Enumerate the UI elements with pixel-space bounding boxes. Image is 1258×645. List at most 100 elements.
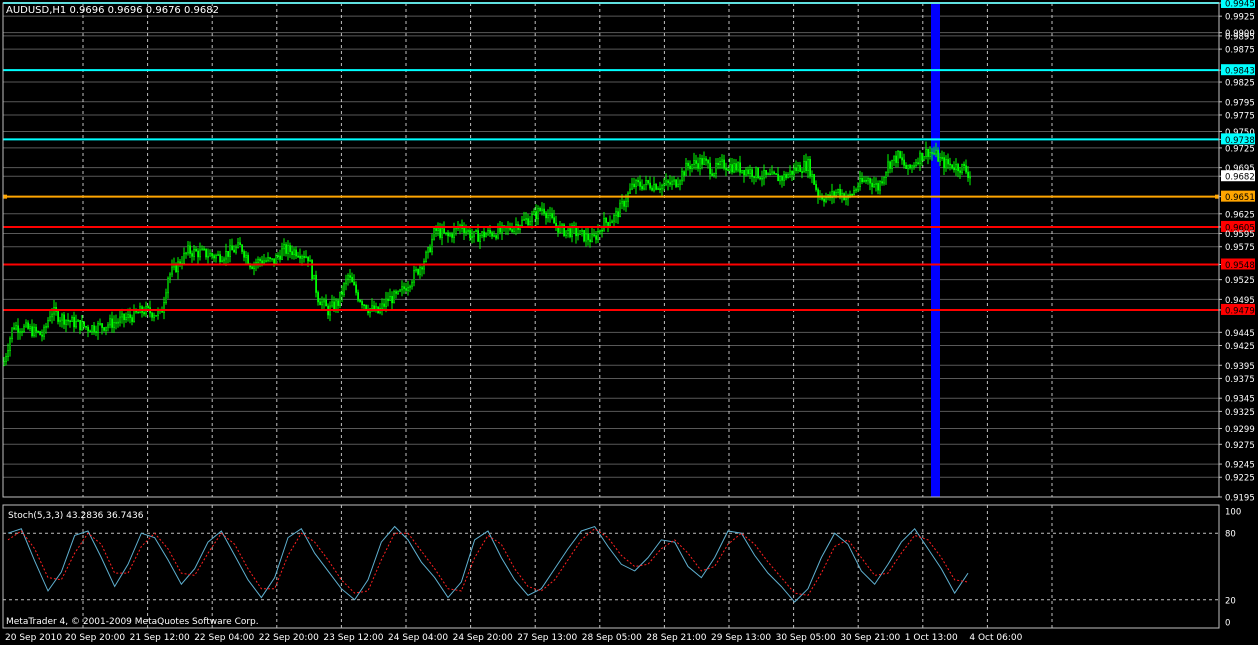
candle-body	[885, 171, 888, 178]
candle-body	[427, 247, 430, 253]
candle-body	[853, 190, 856, 195]
candle-body	[273, 258, 276, 264]
candle-body	[697, 163, 700, 169]
time-tick-label: 28 Sep 21:00	[646, 633, 706, 643]
candle-body	[799, 165, 802, 172]
candle-body	[561, 224, 564, 227]
candle-body	[937, 150, 940, 162]
candle-body	[685, 162, 688, 176]
candle-body	[425, 251, 428, 262]
time-tick-label: 28 Sep 05:00	[582, 633, 642, 643]
candle-body	[577, 234, 580, 237]
candle-body	[371, 305, 374, 310]
candle-body	[855, 189, 858, 191]
candle-body	[239, 242, 242, 246]
candle-body	[59, 319, 62, 322]
candle-body	[609, 222, 612, 226]
candle-body	[759, 177, 762, 180]
candle-body	[407, 286, 410, 291]
price-tick-label: 0.9682	[1225, 173, 1255, 183]
candle-body	[285, 244, 288, 254]
candle-body	[15, 325, 18, 330]
candle-body	[881, 181, 884, 184]
candle-body	[349, 275, 352, 278]
candle-body	[383, 303, 386, 307]
price-tick-label: 0.9945	[1225, 0, 1255, 10]
candle-body	[917, 162, 920, 164]
candle-body	[71, 317, 74, 322]
price-tick-label: 0.9895	[1225, 32, 1255, 42]
candle-body	[773, 171, 776, 174]
candle-body	[699, 158, 702, 169]
candle-body	[353, 281, 356, 286]
stoch-tick-label: 20	[1225, 596, 1236, 606]
price-tick-label: 0.9595	[1225, 230, 1255, 240]
price-tick-label: 0.9395	[1225, 362, 1255, 372]
candle-body	[395, 291, 398, 294]
price-tick-label: 0.9575	[1225, 243, 1255, 253]
candle-body	[421, 267, 424, 270]
candle-body	[535, 211, 538, 220]
candle-body	[193, 248, 196, 257]
candle-body	[95, 331, 98, 333]
price-tick-label: 0.9725	[1225, 144, 1255, 154]
candle-body	[933, 152, 936, 155]
candle-body	[565, 230, 568, 236]
price-tick-label: 0.9775	[1225, 111, 1255, 121]
candle-body	[807, 158, 810, 172]
candle-body	[703, 158, 706, 165]
candle-body	[779, 176, 782, 182]
candle-body	[137, 311, 140, 314]
candle-body	[941, 157, 944, 159]
candle-body	[681, 171, 684, 182]
candle-body	[109, 318, 112, 326]
candle-body	[127, 314, 130, 318]
candle-body	[595, 235, 598, 240]
candle-body	[763, 170, 766, 179]
candle-body	[895, 155, 898, 163]
candle-body	[429, 247, 432, 253]
candle-body	[861, 178, 864, 183]
candle-body	[617, 211, 620, 218]
candle-body	[313, 274, 316, 279]
candle-body	[633, 183, 636, 188]
candle-body	[873, 184, 876, 188]
price-chart-svg[interactable]: 0.99450.99250.99000.98950.98750.98430.98…	[0, 0, 1258, 645]
candle-body	[465, 230, 468, 233]
candle-body	[435, 228, 438, 231]
candle-body	[29, 326, 32, 329]
candle-body	[723, 159, 726, 169]
candle-body	[801, 171, 804, 173]
candle-body	[201, 248, 204, 251]
candle-body	[675, 179, 678, 187]
candle-body	[733, 163, 736, 173]
price-tick-label: 0.9325	[1225, 408, 1255, 418]
candle-body	[543, 208, 546, 214]
candle-body	[357, 292, 360, 301]
candle-body	[545, 212, 548, 219]
candle-body	[115, 321, 118, 324]
candle-body	[67, 319, 70, 322]
candle-body	[923, 156, 926, 161]
candle-body	[469, 230, 472, 239]
candle-body	[521, 219, 524, 227]
price-tick-label: 0.9299	[1225, 425, 1255, 435]
candle-body	[251, 266, 254, 269]
candle-body	[257, 258, 260, 263]
candle-body	[897, 151, 900, 163]
candle-body	[739, 162, 742, 173]
candle-body	[523, 219, 526, 221]
candle-body	[823, 198, 826, 202]
candle-body	[875, 183, 878, 185]
candle-body	[233, 249, 236, 253]
candle-body	[21, 331, 24, 333]
candle-body	[267, 257, 270, 262]
candle-body	[301, 256, 304, 259]
candle-body	[537, 207, 540, 220]
candle-body	[781, 176, 784, 181]
candle-body	[107, 324, 110, 328]
candle-body	[695, 160, 698, 164]
candle-body	[319, 301, 322, 306]
candle-body	[19, 331, 22, 334]
candle-body	[289, 245, 292, 252]
